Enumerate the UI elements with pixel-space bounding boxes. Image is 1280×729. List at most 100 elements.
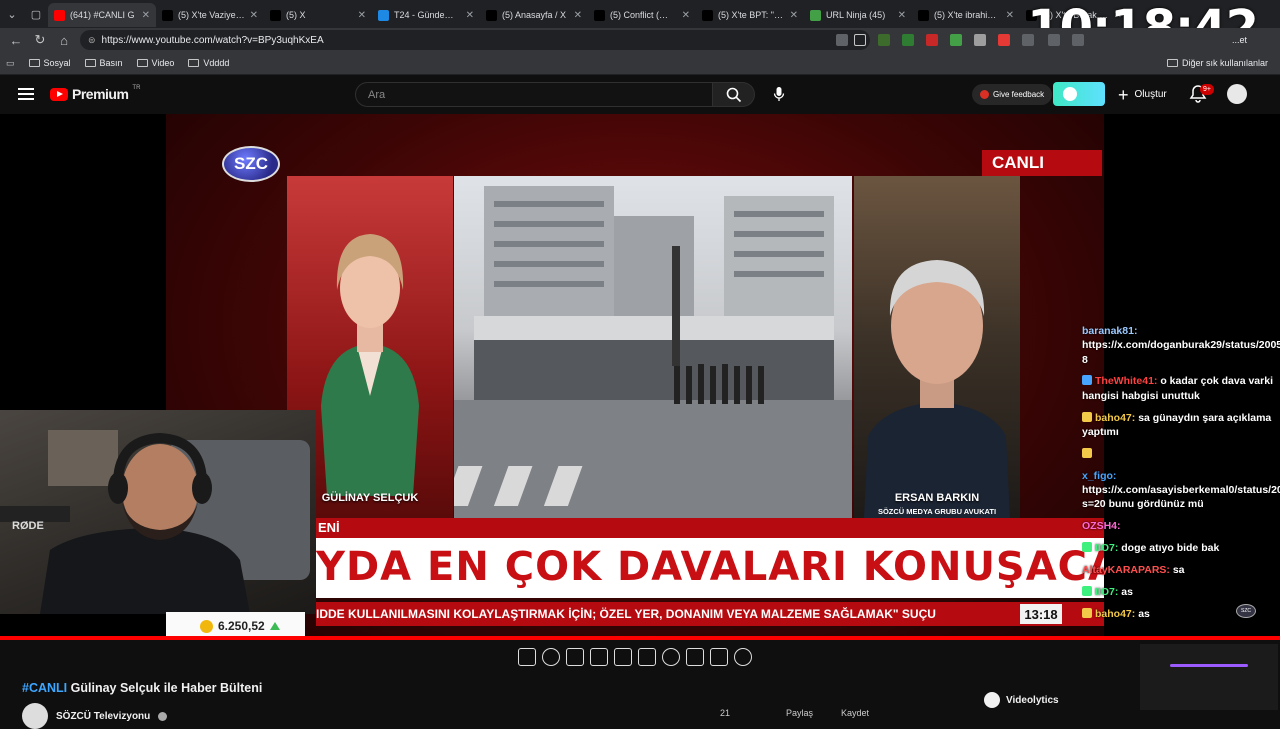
chat-overlay: baranak81: https://x.com/doganburak29/st… [1082,324,1280,629]
tab-search-icon[interactable]: ⌄ [0,0,24,28]
tab-favicon-icon [54,9,65,21]
cinema-icon[interactable] [566,648,584,666]
chat-username[interactable]: TheWhite41: [1095,375,1157,387]
news-ticker: IDDE KULLANILMASINI KOLAYLAŞTIRMAK İÇİN;… [316,602,1104,626]
reload-icon[interactable]: ↻ [28,28,52,52]
tab-close-icon[interactable]: ✕ [466,10,474,21]
extension-icon-1[interactable] [878,34,890,46]
search-button[interactable] [713,82,755,107]
tab-title: URL Ninja (45) [826,10,886,20]
tab-close-icon[interactable]: ✕ [898,10,906,21]
bookmark-folder[interactable]: Video [136,58,174,68]
tab-close-icon[interactable]: ✕ [358,10,366,21]
other-bookmarks[interactable]: Diğer sık kullanılanlar [1166,58,1268,68]
bookmark-star-icon[interactable] [854,34,866,46]
give-feedback-button[interactable]: Give feedback [972,84,1053,105]
lower-tag-text: ENİ [318,520,340,535]
tab-title: (5) Anasayfa / X [502,10,567,20]
reading-list-icon[interactable]: ▭ [6,58,15,69]
tab-title: (5) X'te Vaziyet Hab [178,10,245,20]
videolytics-button[interactable]: Videolytics [984,692,1059,708]
extensions-puzzle-icon[interactable] [1072,34,1084,46]
tab-close-icon[interactable]: ✕ [250,10,258,21]
back-icon[interactable]: ← [4,28,28,52]
workspaces-icon[interactable]: ▢ [24,0,48,28]
extension-icon-6[interactable] [998,34,1010,46]
browser-tab[interactable]: (5) X'te ibrahim Ha ✕ [912,3,1020,27]
channel-row: SÖZCÜ Televizyonu [22,703,168,729]
chat-username[interactable]: baho47: [1095,608,1135,620]
tab-title: (641) #CANLI G [70,10,135,20]
youtube-header: Premium TR Ara Give feedback + Oluştur [0,76,1280,114]
chat-username[interactable]: OZSH4: [1082,520,1121,532]
video-player[interactable]: SZC CANLI GÜLİNAY SELÇUK ERSAN BARKIN SÖ… [0,114,1280,640]
live-label: CANLI [982,150,1102,176]
audio-icon[interactable] [542,648,560,666]
share-button[interactable]: Paylaş [786,708,813,718]
create-button[interactable]: + Oluştur [1118,84,1167,105]
browser-tab[interactable]: URL Ninja (45) ✕ [804,3,912,27]
tab-close-icon[interactable]: ✕ [682,10,690,21]
chat-message: TheWhite41: o kadar çok dava varki hangi… [1082,374,1278,403]
chat-username[interactable]: IIO7: [1095,542,1118,554]
settings-gear-icon[interactable] [734,648,752,666]
save-button[interactable]: Kaydet [841,708,869,718]
subtitles-icon[interactable] [638,648,656,666]
site-info-icon[interactable]: ⊜ [88,35,96,46]
title-hashtag[interactable]: #CANLI [22,681,67,695]
verified-icon [158,711,168,721]
sidebar-icon[interactable] [1048,34,1060,46]
browser-tab[interactable]: (5) X'te BPT: "İstanb ✕ [696,3,804,27]
menu-icon[interactable] [18,88,34,100]
tab-title: (5) X'te BPT: "İstanb [718,10,785,20]
chat-username[interactable]: baho47: [1095,412,1135,424]
progress-bar[interactable] [0,636,1280,640]
toggle-extension-button[interactable] [1053,82,1105,106]
bookmark-folder[interactable]: Basın [84,58,123,68]
home-icon[interactable]: ⌂ [52,28,76,52]
browser-tab[interactable]: (641) #CANLI G ✕ [48,3,156,27]
extension-icon-2[interactable] [902,34,914,46]
chat-message: AltayKARAPARS: sa [1082,563,1278,577]
tab-close-icon[interactable]: ✕ [574,10,582,21]
channel-avatar[interactable] [22,703,48,729]
screenshot-camera-icon[interactable] [710,648,728,666]
bookmark-folder[interactable]: Vdddd [188,58,229,68]
chat-badge-icon [1082,375,1092,386]
search-input[interactable]: Ara [355,82,713,107]
sign-in-label[interactable]: ...et [1232,35,1247,45]
chat-username[interactable]: baranak81: [1082,325,1137,337]
tab-favicon-icon [702,9,713,21]
calendar-icon[interactable] [590,648,608,666]
extension-icon-4[interactable] [950,34,962,46]
chat-username[interactable]: x_figo: [1082,470,1116,482]
tab-close-icon[interactable]: ✕ [1006,10,1014,21]
chat-username[interactable]: AltayKARAPARS: [1082,564,1170,576]
tab-close-icon[interactable]: ✕ [142,10,150,21]
youtube-logo[interactable]: Premium TR [50,85,140,102]
url-field[interactable]: ⊜ https://www.youtube.com/watch?v=BPy3uq… [80,30,870,50]
browser-tab[interactable]: (5) Anasayfa / X ✕ [480,3,588,27]
resize-icon[interactable] [614,648,632,666]
chat-username[interactable]: IIO7: [1095,586,1118,598]
extension-icon-5[interactable] [974,34,986,46]
browser-tab[interactable]: (5) Conflict (@Confl ✕ [588,3,696,27]
tab-share-icon[interactable] [836,34,848,46]
picture-in-picture-icon[interactable] [686,648,704,666]
guest-figure-image [864,260,1010,518]
browser-tab[interactable]: (5) X'te Vaziyet Hab ✕ [156,3,264,27]
speed-icon[interactable] [662,648,680,666]
bookmark-folder[interactable]: Sosyal [28,58,71,68]
extension-icon-7[interactable] [1022,34,1034,46]
browser-tab[interactable]: (5) X ✕ [264,3,372,27]
bookmarks-bar: ▭ Sosyal Basın Video Vdddd Diğer sık kul… [0,52,1280,75]
account-avatar[interactable] [1227,84,1247,104]
tab-close-icon[interactable]: ✕ [790,10,798,21]
extension-icon-3[interactable] [926,34,938,46]
loop-icon[interactable] [518,648,536,666]
tab-title: T24 - Gündem, Hab [394,10,461,20]
browser-tab[interactable]: T24 - Gündem, Hab ✕ [372,3,480,27]
microphone-button[interactable] [768,83,790,105]
chat-text: as [1138,607,1150,620]
like-count[interactable]: 21 [720,708,730,718]
